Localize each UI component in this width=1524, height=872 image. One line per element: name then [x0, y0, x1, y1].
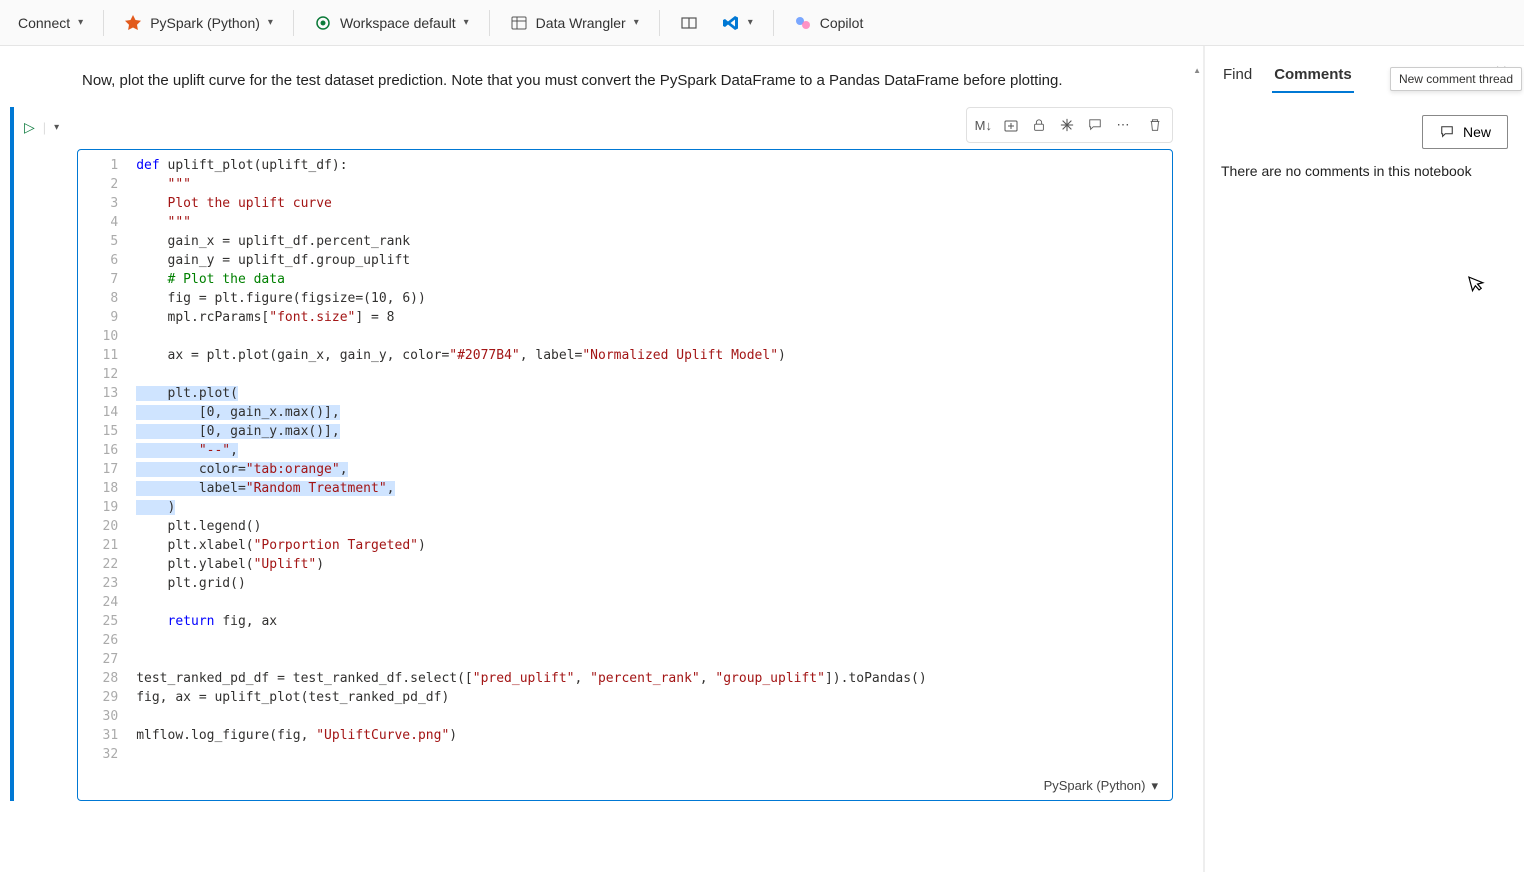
lock-button[interactable]: [1026, 112, 1052, 138]
code-line[interactable]: [136, 707, 1160, 726]
separator: [103, 10, 104, 36]
cell-toolbar: M↓ ⋯: [966, 107, 1173, 143]
code-line[interactable]: ax = plt.plot(gain_x, gain_y, color="#20…: [136, 346, 1160, 365]
chevron-down-icon: ▾: [268, 17, 273, 28]
language-label: PySpark (Python): [1044, 778, 1146, 794]
convert-markdown-button[interactable]: M↓: [971, 118, 996, 133]
comments-panel: ✕ Find Comments New comment thread New T…: [1204, 46, 1524, 872]
code-cell[interactable]: 1234567891011121314151617181920212223242…: [77, 149, 1173, 801]
line-gutter: 1234567891011121314151617181920212223242…: [78, 150, 132, 770]
vscode-button[interactable]: ▾: [712, 8, 763, 38]
code-line[interactable]: ): [136, 498, 1160, 517]
code-line[interactable]: [136, 327, 1160, 346]
table-icon: [510, 14, 528, 32]
data-wrangler-button[interactable]: Data Wrangler ▾: [500, 8, 649, 38]
wrangler-label: Data Wrangler: [536, 15, 626, 31]
chevron-down-icon: ▾: [634, 17, 639, 28]
code-line[interactable]: [136, 365, 1160, 384]
code-line[interactable]: """: [136, 213, 1160, 232]
code-line[interactable]: fig = plt.figure(figsize=(10, 6)): [136, 289, 1160, 308]
delete-button[interactable]: [1142, 112, 1168, 138]
more-button[interactable]: ⋯: [1110, 112, 1136, 138]
layout-icon: [680, 14, 698, 32]
cell-menu-button[interactable]: ▾: [54, 122, 59, 133]
empty-state: There are no comments in this notebook: [1221, 163, 1508, 179]
separator: [293, 10, 294, 36]
code-line[interactable]: plt.legend(): [136, 517, 1160, 536]
copilot-icon: [794, 14, 812, 32]
code-line[interactable]: test_ranked_pd_df = test_ranked_df.selec…: [136, 669, 1160, 688]
chevron-down-icon: ▾: [1151, 778, 1158, 794]
spark-icon: [124, 14, 142, 32]
separator: [489, 10, 490, 36]
separator: [773, 10, 774, 36]
add-cell-button[interactable]: [998, 112, 1024, 138]
active-cell-indicator: [10, 107, 14, 801]
tab-find[interactable]: Find: [1221, 62, 1254, 93]
run-cell-button[interactable]: ▷: [24, 119, 35, 136]
workspace-label: Workspace default: [340, 15, 456, 31]
top-toolbar: Connect ▾ PySpark (Python) ▾ Workspace d…: [0, 0, 1524, 46]
code-line[interactable]: "--",: [136, 441, 1160, 460]
code-line[interactable]: color="tab:orange",: [136, 460, 1160, 479]
markdown-text: Now, plot the uplift curve for the test …: [10, 64, 1173, 107]
copilot-button[interactable]: Copilot: [784, 8, 874, 38]
code-line[interactable]: [136, 593, 1160, 612]
chevron-down-icon: ▾: [748, 17, 753, 28]
new-comment-button[interactable]: New: [1422, 115, 1508, 149]
separator: [659, 10, 660, 36]
tab-comments[interactable]: Comments: [1272, 62, 1354, 93]
chevron-down-icon: ▾: [78, 17, 83, 28]
code-line[interactable]: mpl.rcParams["font.size"] = 8: [136, 308, 1160, 327]
code-line[interactable]: [136, 650, 1160, 669]
code-line[interactable]: plt.plot(: [136, 384, 1160, 403]
tooltip: New comment thread: [1390, 67, 1522, 91]
code-line[interactable]: # Plot the data: [136, 270, 1160, 289]
layout-button[interactable]: [670, 8, 708, 38]
vscode-icon: [722, 14, 740, 32]
connect-label: Connect: [18, 15, 70, 31]
code-line[interactable]: [136, 745, 1160, 764]
code-line[interactable]: fig, ax = uplift_plot(test_ranked_pd_df): [136, 688, 1160, 707]
code-line[interactable]: Plot the uplift curve: [136, 194, 1160, 213]
comment-icon: [1439, 125, 1455, 139]
code-line[interactable]: label="Random Treatment",: [136, 479, 1160, 498]
comment-button[interactable]: [1082, 112, 1108, 138]
new-label: New: [1463, 124, 1491, 140]
language-picker[interactable]: PySpark (Python) ▾: [78, 770, 1172, 800]
scroll-up-indicator[interactable]: ▲: [1193, 66, 1201, 75]
code-line[interactable]: mlflow.log_figure(fig, "UpliftCurve.png"…: [136, 726, 1160, 745]
code-line[interactable]: gain_x = uplift_df.percent_rank: [136, 232, 1160, 251]
kernel-button[interactable]: PySpark (Python) ▾: [114, 8, 283, 38]
code-line[interactable]: [136, 631, 1160, 650]
workspace-button[interactable]: Workspace default ▾: [304, 8, 479, 38]
code-editor[interactable]: def uplift_plot(uplift_df): """ Plot the…: [132, 150, 1172, 770]
chevron-down-icon: ▾: [464, 17, 469, 28]
code-line[interactable]: [0, gain_x.max()],: [136, 403, 1160, 422]
connect-button[interactable]: Connect ▾: [8, 9, 93, 37]
workspace-icon: [314, 14, 332, 32]
code-line[interactable]: plt.xlabel("Porportion Targeted"): [136, 536, 1160, 555]
code-line[interactable]: """: [136, 175, 1160, 194]
code-line[interactable]: gain_y = uplift_df.group_uplift: [136, 251, 1160, 270]
notebook-content: ▲ Now, plot the uplift curve for the tes…: [0, 46, 1204, 872]
cursor-icon: [1466, 271, 1489, 297]
code-line[interactable]: plt.ylabel("Uplift"): [136, 555, 1160, 574]
code-line[interactable]: plt.grid(): [136, 574, 1160, 593]
code-line[interactable]: return fig, ax: [136, 612, 1160, 631]
freeze-button[interactable]: [1054, 112, 1080, 138]
code-line[interactable]: def uplift_plot(uplift_df):: [136, 156, 1160, 175]
copilot-label: Copilot: [820, 15, 864, 31]
kernel-label: PySpark (Python): [150, 15, 260, 31]
code-line[interactable]: [0, gain_y.max()],: [136, 422, 1160, 441]
